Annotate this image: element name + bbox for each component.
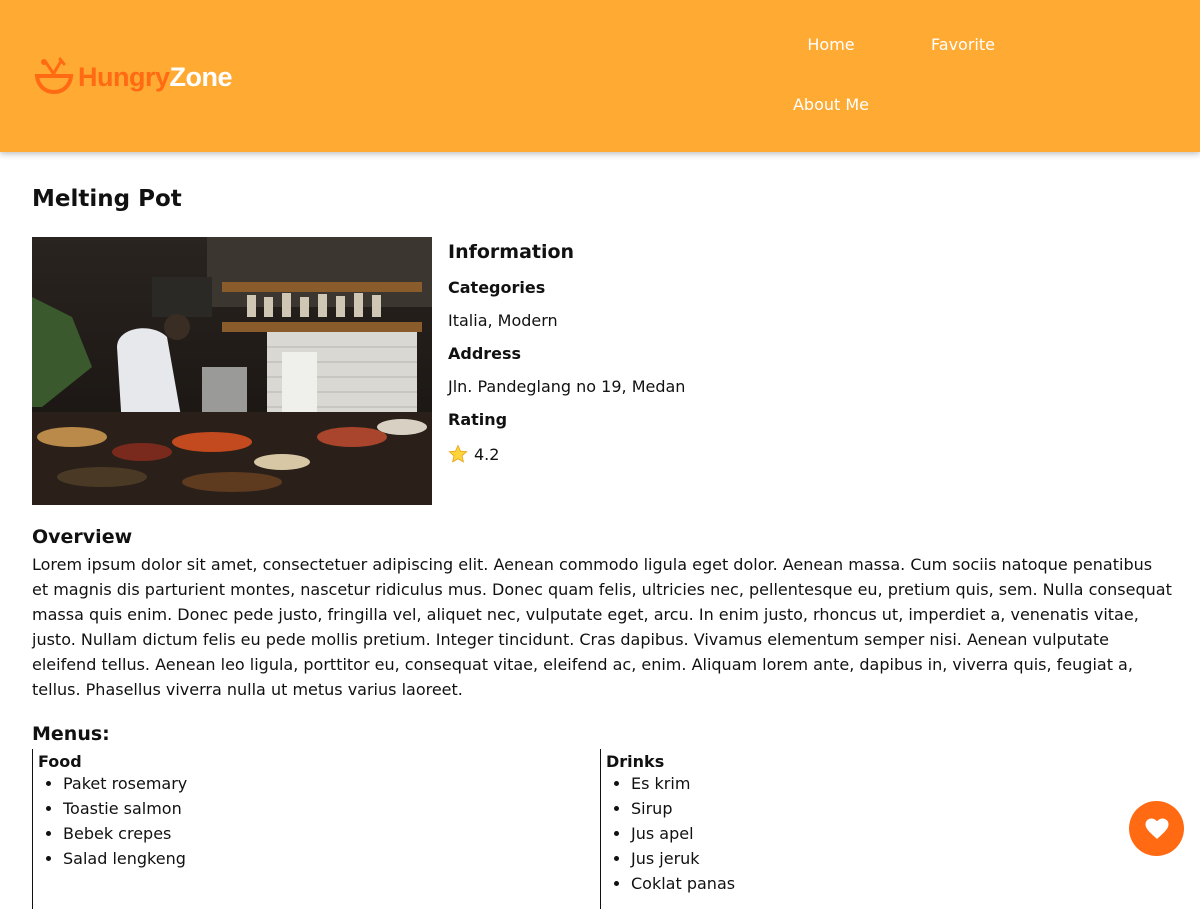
categories-value: Italia, Modern <box>448 311 558 330</box>
list-item: Salad lengkeng <box>63 846 598 871</box>
info-heading: Information <box>448 241 575 263</box>
categories-label: Categories <box>448 278 546 297</box>
overview-text: Lorem ipsum dolor sit amet, consectetuer… <box>32 555 1172 699</box>
food-menu-heading: Food <box>38 752 82 771</box>
drinks-menu: Drinks Es krim Sirup Jus apel Jus jeruk … <box>600 749 1166 909</box>
star-icon <box>448 444 468 463</box>
list-item: Paket rosemary <box>63 771 598 796</box>
restaurant-name: Melting Pot <box>32 186 182 212</box>
favorite-button[interactable] <box>1129 801 1184 856</box>
nav-about-link[interactable]: About Me <box>793 95 869 114</box>
list-item: Toastie salmon <box>63 796 598 821</box>
address-label: Address <box>448 344 522 363</box>
nav-home-link[interactable]: Home <box>807 35 854 54</box>
restaurant-photo <box>32 237 432 505</box>
food-menu-list: Paket rosemary Toastie salmon Bebek crep… <box>38 771 598 871</box>
address-value: Jln. Pandeglang no 19, Medan <box>448 377 686 396</box>
app-header: HungryZone Home Favorite About Me <box>0 0 1200 152</box>
rating-value: 4.2 <box>474 444 500 464</box>
list-item: Jus jeruk <box>631 846 1166 871</box>
main-nav: Home Favorite About Me <box>0 0 1200 152</box>
menus-heading: Menus: <box>32 723 110 745</box>
nav-favorite-link[interactable]: Favorite <box>931 35 995 54</box>
heart-icon <box>1145 818 1168 839</box>
overview-heading: Overview <box>32 526 133 548</box>
list-item: Coklat panas <box>631 871 1166 896</box>
list-item: Bebek crepes <box>63 821 598 846</box>
drinks-menu-list: Es krim Sirup Jus apel Jus jeruk Coklat … <box>606 771 1166 896</box>
list-item: Sirup <box>631 796 1166 821</box>
list-item: Jus apel <box>631 821 1166 846</box>
rating-row: 4.2 <box>448 444 499 464</box>
drinks-menu-heading: Drinks <box>606 752 665 771</box>
list-item: Es krim <box>631 771 1166 796</box>
rating-label: Rating <box>448 410 508 429</box>
food-menu: Food Paket rosemary Toastie salmon Bebek… <box>32 749 598 909</box>
